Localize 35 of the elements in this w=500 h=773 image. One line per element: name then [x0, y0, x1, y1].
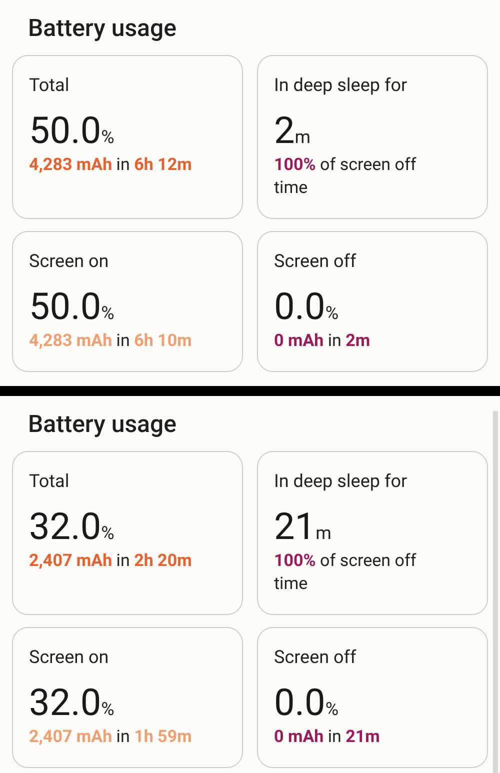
stat-value: 21	[274, 508, 316, 548]
card-label: Screen on	[29, 646, 110, 670]
card-label: In deep sleep for	[274, 74, 408, 98]
card-label: Total	[29, 470, 70, 494]
card-label: Screen off	[274, 646, 358, 670]
stat-detail: 4,283 mAh in 6h 10m	[29, 330, 193, 353]
stat-value: 2	[274, 112, 295, 152]
stat-unit: %	[101, 126, 114, 150]
card-label: Screen on	[29, 250, 110, 274]
scrollbar[interactable]	[493, 411, 498, 773]
section-title: Battery usage	[28, 12, 176, 44]
stat-value: 32.0	[29, 508, 102, 548]
stat-unit: m	[316, 522, 332, 546]
stat-value: 50.0	[29, 112, 102, 152]
stat-unit: %	[325, 302, 339, 326]
stat-detail: 0 mAh in 2m	[274, 330, 372, 353]
stat-detail: 100% of screen off time	[274, 154, 418, 200]
stat-detail: 2,407 mAh in 2h 20m	[29, 550, 193, 573]
stat-unit: m	[294, 126, 311, 150]
stat-detail: 4,283 mAh in 6h 12m	[29, 154, 193, 177]
stat-detail: 2,407 mAh in 1h 59m	[29, 726, 193, 749]
stat-unit: %	[101, 302, 114, 326]
stat-detail: 100% of screen off time	[274, 550, 418, 596]
stat-unit: %	[325, 698, 339, 722]
stat-value: 50.0	[29, 288, 102, 328]
stat-unit: %	[101, 522, 114, 546]
stat-value: 0.0	[274, 684, 326, 724]
stat-value: 32.0	[29, 684, 102, 724]
card-label: In deep sleep for	[274, 470, 408, 494]
stat-value: 0.0	[274, 288, 326, 328]
section-title: Battery usage	[28, 408, 176, 440]
card-label: Total	[29, 74, 70, 98]
card-label: Screen off	[274, 250, 358, 274]
stat-unit: %	[101, 698, 114, 722]
stat-detail: 0 mAh in 21m	[274, 726, 381, 749]
